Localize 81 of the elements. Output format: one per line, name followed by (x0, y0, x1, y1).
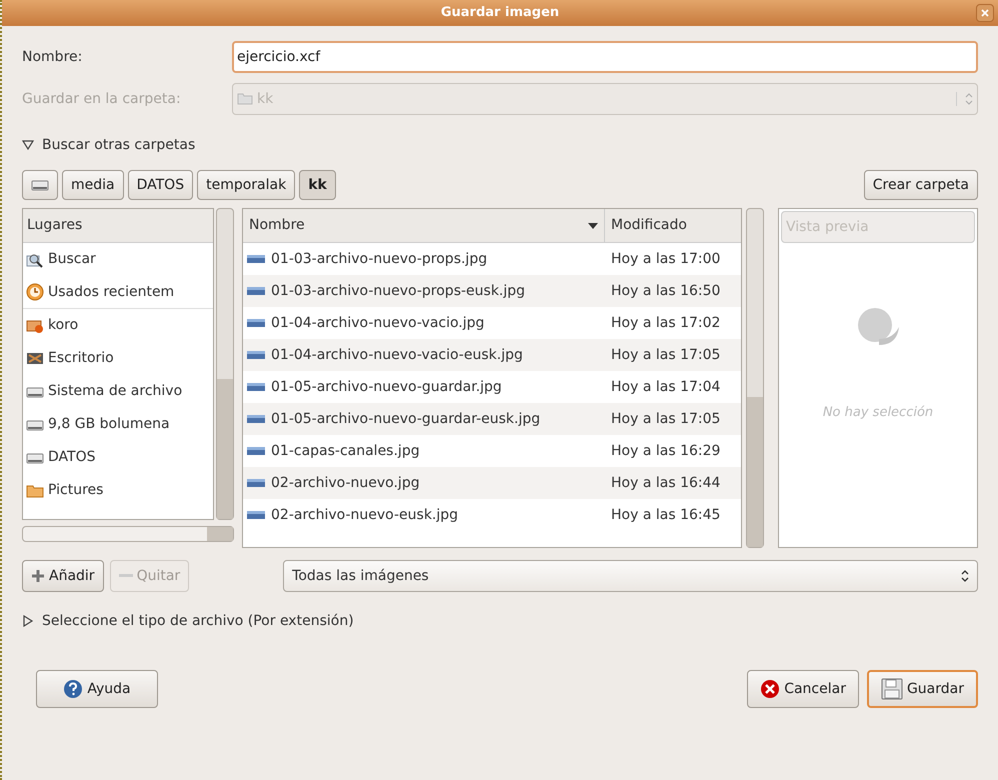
scrollbar[interactable] (216, 208, 234, 520)
scrollbar[interactable] (746, 208, 764, 548)
file-date: Hoy a las 16:45 (610, 506, 722, 524)
help-button[interactable]: Ayuda (36, 670, 158, 708)
drive-icon (31, 178, 49, 192)
image-file-icon (247, 255, 265, 263)
file-name[interactable]: 01-03-archivo-nuevo-props.jpg (271, 248, 488, 270)
cancel-icon (760, 679, 780, 699)
file-date: Hoy a las 16:29 (610, 442, 722, 460)
save-button[interactable]: Guardar (866, 670, 978, 708)
file-date: Hoy a las 17:05 (610, 346, 722, 364)
file-name[interactable]: 02-archivo-nuevo.jpg (271, 472, 420, 494)
path-button[interactable]: DATOS (128, 170, 194, 200)
help-icon (63, 679, 84, 699)
image-file-icon (247, 447, 265, 455)
close-icon (981, 9, 989, 17)
path-button[interactable]: kk (299, 170, 336, 200)
folder-label: Guardar en la carpeta: (22, 90, 182, 108)
horizontal-scrollbar[interactable] (22, 526, 234, 542)
place-item[interactable]: DATOS (23, 441, 213, 474)
drive-icon (26, 418, 44, 432)
place-item[interactable]: koro (23, 309, 213, 342)
name-input[interactable]: ejercicio.xcf (232, 41, 978, 73)
type-expander[interactable]: Seleccione el tipo de archivo (Por extensión) (22, 610, 354, 632)
image-file-icon (247, 383, 265, 391)
spin-arrows-icon (956, 92, 973, 106)
image-file-icon (247, 351, 265, 359)
file-date: Hoy a las 17:02 (610, 314, 722, 332)
plus-icon (31, 569, 45, 583)
browse-expander[interactable]: Buscar otras carpetas (22, 134, 196, 156)
root-path-button[interactable] (22, 170, 58, 200)
file-date: Hoy a las 17:05 (610, 410, 722, 428)
image-file-icon (247, 415, 265, 423)
magnifier-icon (26, 252, 44, 268)
places-header: Lugares (23, 209, 213, 243)
file-name[interactable]: 01-05-archivo-nuevo-guardar.jpg (271, 376, 502, 398)
place-item[interactable]: Usados recientem (23, 276, 213, 309)
path-button[interactable]: temporalak (197, 170, 296, 200)
file-name[interactable]: 01-05-archivo-nuevo-guardar-eusk.jpg (271, 408, 540, 430)
desktop-icon (26, 350, 44, 366)
file-name[interactable]: 01-capas-canales.jpg (271, 440, 420, 462)
drive-icon (26, 450, 44, 464)
image-file-icon (247, 319, 265, 327)
sort-arrow-icon (588, 222, 598, 228)
filter-combo[interactable]: Todas las imágenes (283, 560, 978, 592)
no-selection-text: No hay selección (822, 404, 934, 422)
drive-icon (26, 384, 44, 398)
folder-icon (26, 484, 44, 498)
image-file-icon (247, 479, 265, 487)
file-name[interactable]: 01-04-archivo-nuevo-vacio.jpg (271, 312, 484, 334)
image-file-icon (247, 511, 265, 519)
file-date: Hoy a las 17:04 (610, 378, 722, 396)
expander-arrow-icon (22, 615, 34, 627)
file-date: Hoy a las 16:50 (610, 282, 722, 300)
spin-arrows-icon (961, 569, 969, 583)
floppy-icon (880, 678, 903, 700)
image-file-icon (247, 287, 265, 295)
file-name[interactable]: 01-04-archivo-nuevo-vacio-eusk.jpg (271, 344, 523, 366)
window-title: Guardar imagen (440, 4, 560, 22)
close-button[interactable] (976, 4, 994, 22)
column-header[interactable]: Modificado (605, 209, 741, 242)
name-label: Nombre: (22, 48, 84, 66)
add-button[interactable]: Añadir (22, 560, 104, 592)
place-item[interactable]: Pictures (23, 474, 213, 507)
create-folder-button[interactable]: Crear carpeta (864, 170, 978, 200)
file-date: Hoy a las 17:00 (610, 250, 722, 268)
place-item[interactable]: 9,8 GB bolumena (23, 408, 213, 441)
clock-icon (26, 283, 44, 301)
column-header[interactable]: Nombre (243, 209, 605, 242)
folder-icon (237, 93, 253, 105)
path-button[interactable]: media (62, 170, 124, 200)
file-name[interactable]: 01-03-archivo-nuevo-props-eusk.jpg (271, 280, 526, 302)
cancel-button[interactable]: Cancelar (747, 670, 859, 708)
file-date: Hoy a las 16:44 (610, 474, 722, 492)
file-name[interactable]: 02-archivo-nuevo-eusk.jpg (271, 504, 458, 526)
minus-icon (118, 574, 133, 578)
place-item[interactable]: Buscar (23, 243, 213, 276)
place-item[interactable]: Escritorio (23, 342, 213, 375)
place-item[interactable]: Sistema de archivo (23, 375, 213, 408)
expander-arrow-icon (22, 139, 34, 151)
home-folder-icon (26, 318, 44, 334)
